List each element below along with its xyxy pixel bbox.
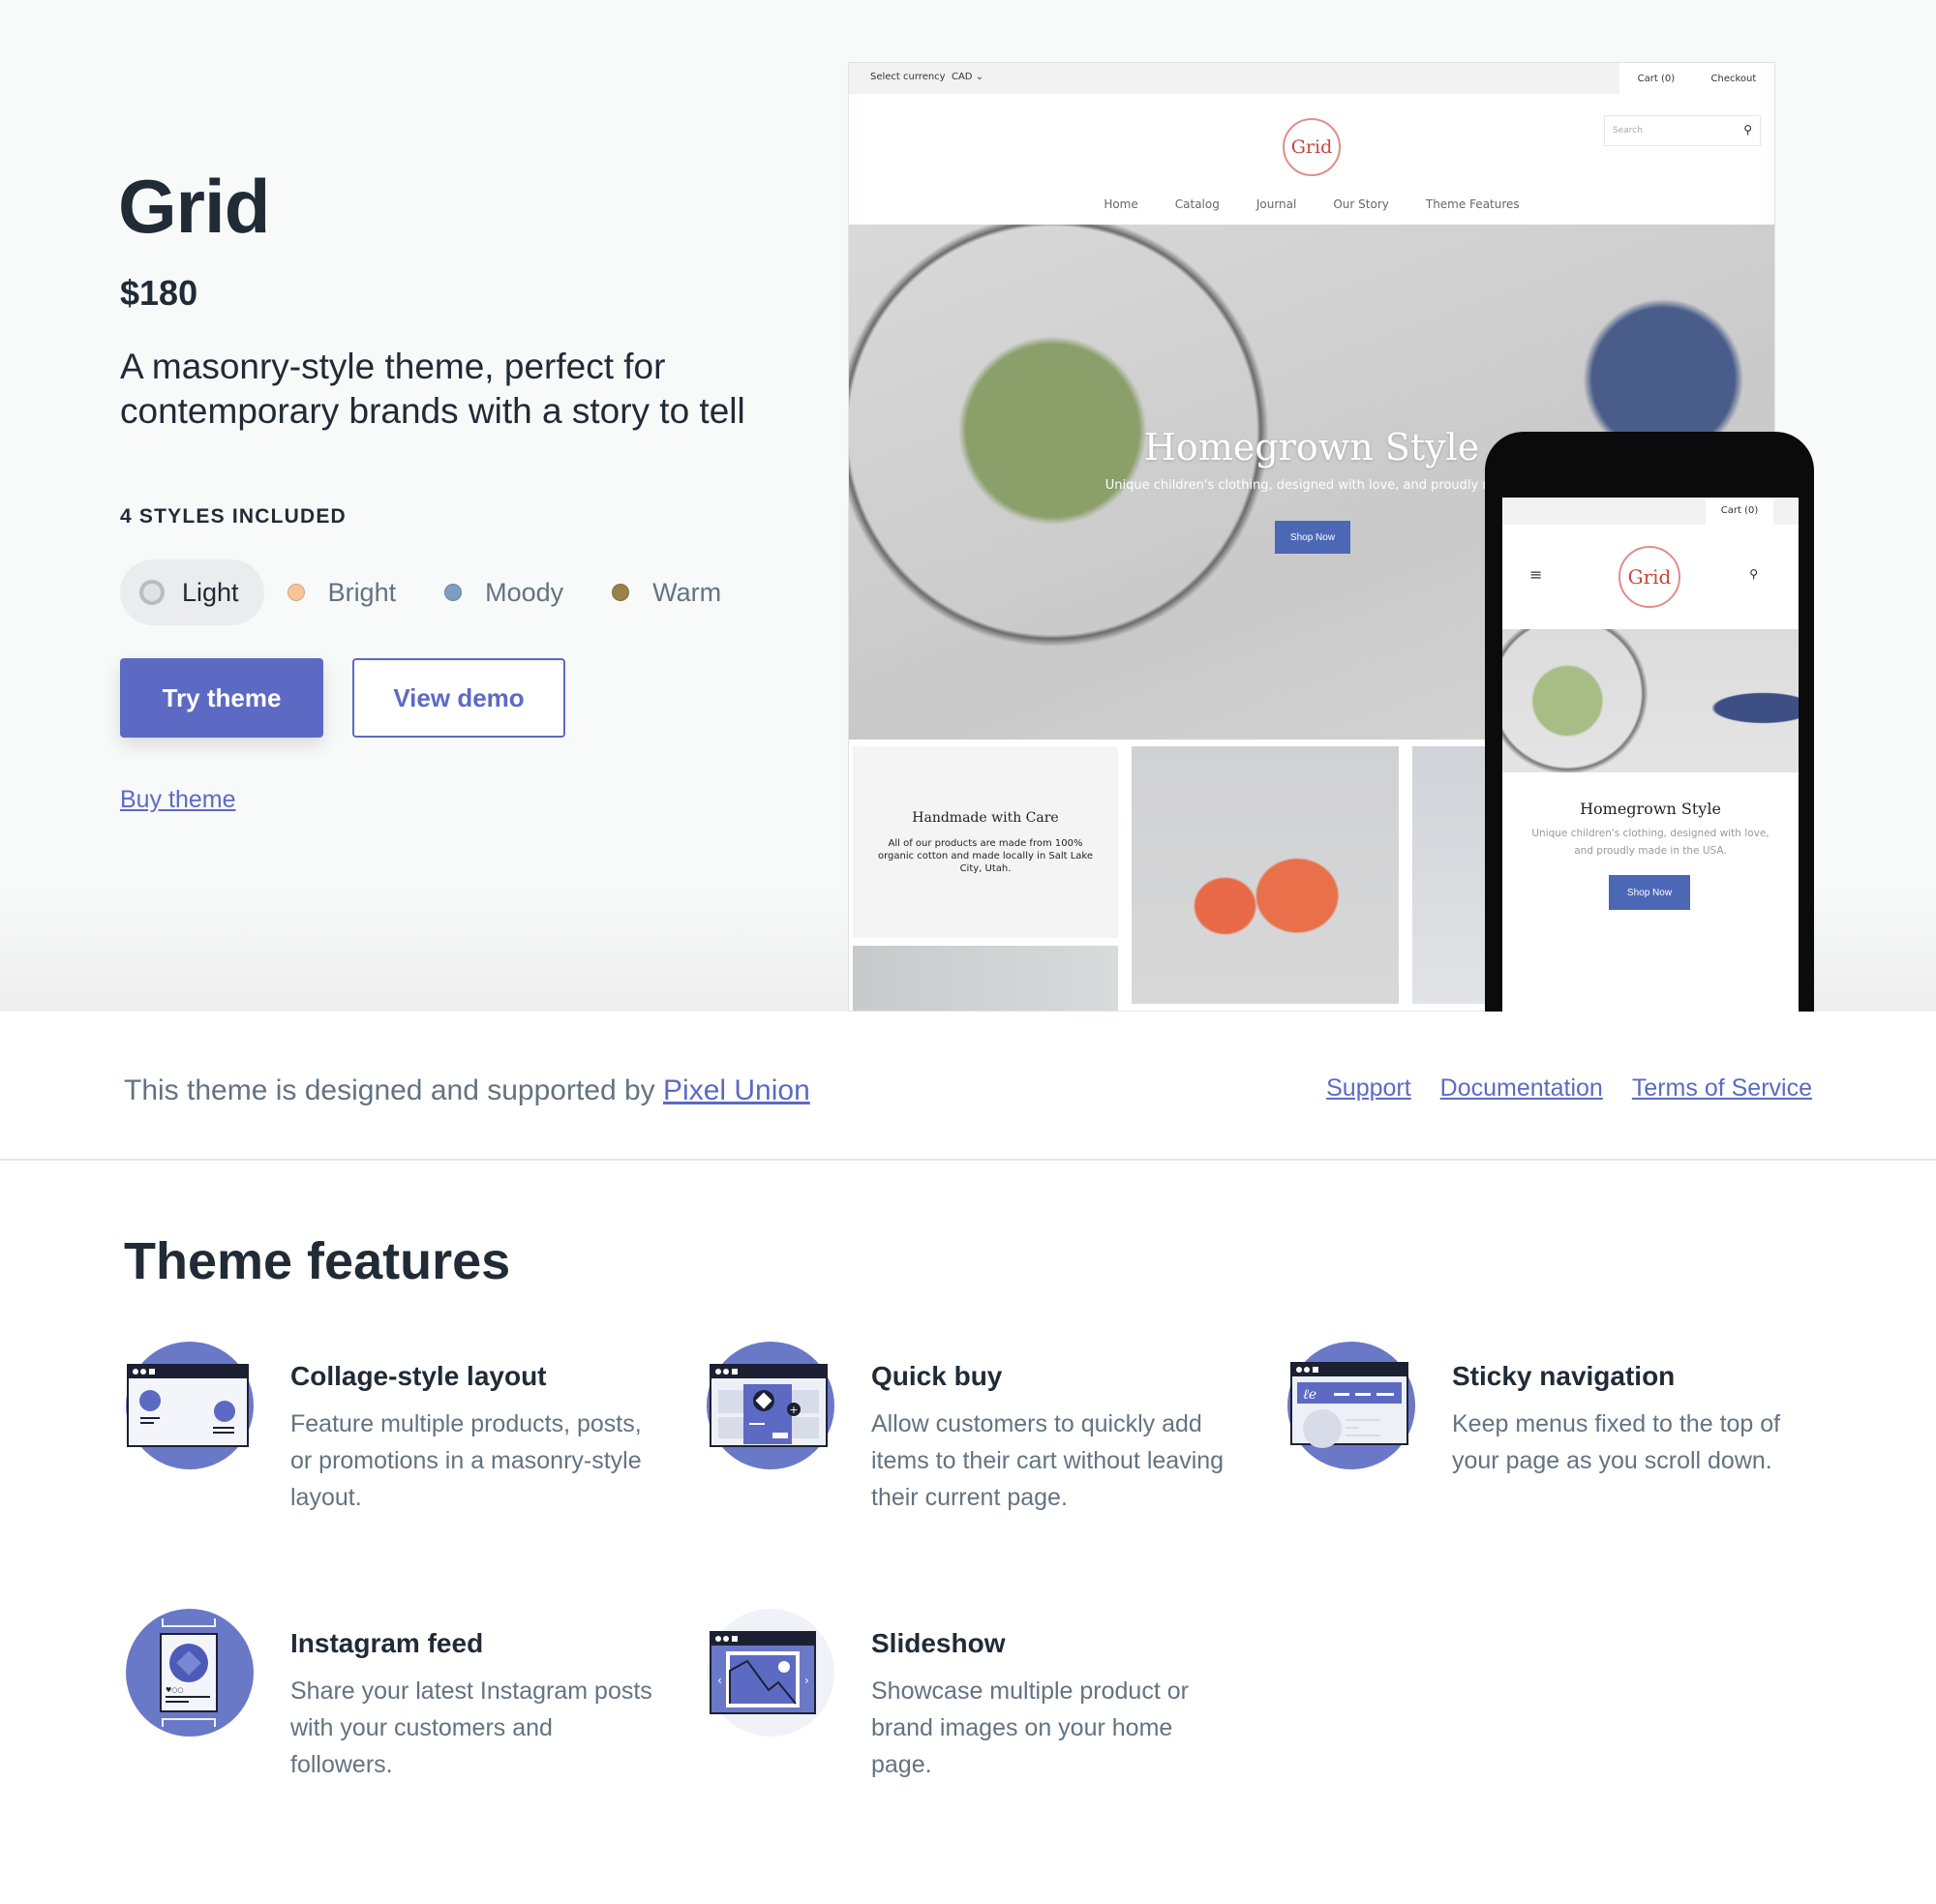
search-icon: ⚲ [1749, 567, 1758, 581]
svg-text:›: › [804, 1674, 809, 1687]
search-placeholder: Search [1613, 126, 1643, 136]
feature-title: Slideshow [871, 1628, 1006, 1658]
feature-item: + Quick buy Allow customers to quickly a… [705, 1340, 1247, 1516]
feature-description: Feature multiple products, posts, or pro… [290, 1410, 642, 1511]
style-option-warm[interactable]: Warm [592, 559, 746, 625]
support-links: Support Documentation Terms of Service [1326, 1074, 1812, 1103]
feature-item: ℓe Sticky navigation Keep menus fixed to… [1286, 1340, 1828, 1479]
feature-description: Share your latest Instagram posts with y… [290, 1677, 652, 1778]
preview-nav-item: Catalog [1174, 197, 1220, 211]
style-label: Moody [485, 577, 564, 607]
feature-title: Sticky navigation [1452, 1361, 1676, 1391]
swatch-warm-icon [612, 584, 630, 601]
preview-photo-tile [853, 946, 1118, 1011]
styles-label: 4 STYLES INCLUDED [120, 505, 347, 528]
feature-description: Allow customers to quickly add items to … [871, 1410, 1225, 1511]
mobile-hero-image [1502, 629, 1799, 772]
swatch-bright-icon [287, 584, 305, 601]
preview-logo: Grid [1283, 118, 1341, 176]
hero-section: Grid $180 A masonry-style theme, perfect… [0, 0, 1936, 1012]
preview-nav-item: Theme Features [1425, 197, 1520, 211]
chevron-down-icon: ⌄ [975, 72, 984, 82]
support-text: This theme is designed and supported by … [124, 1074, 810, 1107]
svg-text:ℓe: ℓe [1303, 1387, 1316, 1403]
preview-nav-item: Journal [1255, 197, 1297, 211]
preview-nav-item: Home [1104, 197, 1138, 211]
feature-item: Collage-style layout Feature multiple pr… [124, 1340, 666, 1516]
style-option-moody[interactable]: Moody [425, 559, 589, 625]
feature-description: Keep menus fixed to the top of your page… [1452, 1410, 1781, 1474]
mobile-preview: Cart (0) ≡ Grid ⚲ Homegrown Style Unique… [1485, 432, 1814, 1012]
support-link[interactable]: Support [1326, 1074, 1411, 1103]
style-option-bright[interactable]: Bright [268, 559, 422, 625]
theme-title: Grid [118, 164, 270, 249]
mobile-logo: Grid [1618, 546, 1680, 608]
buy-theme-link[interactable]: Buy theme [120, 786, 236, 814]
sticky-navigation-icon: ℓe [1287, 1342, 1415, 1469]
preview-tile-title: Handmade with Care [912, 810, 1059, 826]
feature-title: Instagram feed [290, 1628, 484, 1658]
swatch-moody-icon [444, 584, 463, 601]
hamburger-menu-icon: ≡ [1529, 565, 1543, 584]
search-icon: ⚲ [1743, 123, 1752, 136]
style-label: Bright [327, 577, 397, 607]
slideshow-icon: ‹ › [707, 1609, 834, 1737]
feature-description: Showcase multiple product or brand image… [871, 1677, 1189, 1778]
style-label: Light [182, 577, 239, 607]
instagram-feed-icon: ♥○○ [126, 1609, 254, 1737]
mobile-cart-link: Cart (0) [1706, 498, 1773, 525]
collage-layout-icon [126, 1342, 254, 1469]
mobile-hero-title: Homegrown Style [1580, 800, 1721, 818]
pixel-union-link[interactable]: Pixel Union [663, 1074, 810, 1106]
preview-text-tile: Handmade with Care All of our products a… [853, 746, 1118, 938]
currency-selector: Select currency CAD ⌄ [870, 72, 983, 82]
style-option-light[interactable]: Light [120, 559, 264, 625]
preview-search-input: Search ⚲ [1604, 115, 1761, 146]
terms-of-service-link[interactable]: Terms of Service [1632, 1074, 1812, 1103]
preview-cart-area: Cart (0) Checkout [1619, 63, 1774, 94]
quick-buy-icon: + [707, 1342, 834, 1469]
swatch-light-icon [139, 580, 165, 605]
preview-topbar: Select currency CAD ⌄ Cart (0) Checkout [849, 63, 1774, 94]
preview-tile-text: All of our products are made from 100% o… [877, 838, 1094, 874]
mobile-hero-subtitle: Unique children's clothing, designed wit… [1531, 828, 1770, 857]
preview-photo-tile [1132, 746, 1399, 1004]
feature-title: Collage-style layout [290, 1361, 547, 1391]
svg-text:♥○○: ♥○○ [166, 1686, 184, 1694]
documentation-link[interactable]: Documentation [1440, 1074, 1603, 1103]
currency-value: CAD [951, 72, 973, 82]
mobile-topbar: Cart (0) [1502, 498, 1799, 525]
preview-nav-item: Our Story [1333, 197, 1389, 211]
try-theme-button[interactable]: Try theme [120, 658, 323, 738]
preview-shop-button: Shop Now [1275, 521, 1350, 554]
style-label: Warm [652, 577, 722, 607]
divider [0, 1159, 1936, 1161]
feature-title: Quick buy [871, 1361, 1003, 1391]
support-label: This theme is designed and supported by [124, 1074, 655, 1106]
mobile-screen: Cart (0) ≡ Grid ⚲ Homegrown Style Unique… [1502, 498, 1799, 1012]
mobile-shop-button: Shop Now [1609, 875, 1690, 910]
svg-text:‹: ‹ [717, 1674, 722, 1687]
theme-tagline: A masonry-style theme, perfect for conte… [120, 347, 745, 431]
feature-item: ‹ › Slideshow Showcase multiple product … [705, 1607, 1247, 1783]
preview-cart-link: Cart (0) [1637, 73, 1676, 84]
style-selector: Light Bright Moody Warm [120, 559, 750, 625]
preview-nav: Home Catalog Journal Our Story Theme Fea… [849, 197, 1774, 211]
svg-text:+: + [789, 1404, 798, 1416]
currency-label: Select currency [870, 72, 946, 82]
feature-item: ♥○○ Instagram feed Share your latest Ins… [124, 1607, 666, 1783]
theme-price: $180 [120, 273, 198, 313]
features-title: Theme features [124, 1232, 511, 1290]
view-demo-button[interactable]: View demo [352, 658, 565, 738]
preview-checkout-link: Checkout [1710, 73, 1757, 84]
